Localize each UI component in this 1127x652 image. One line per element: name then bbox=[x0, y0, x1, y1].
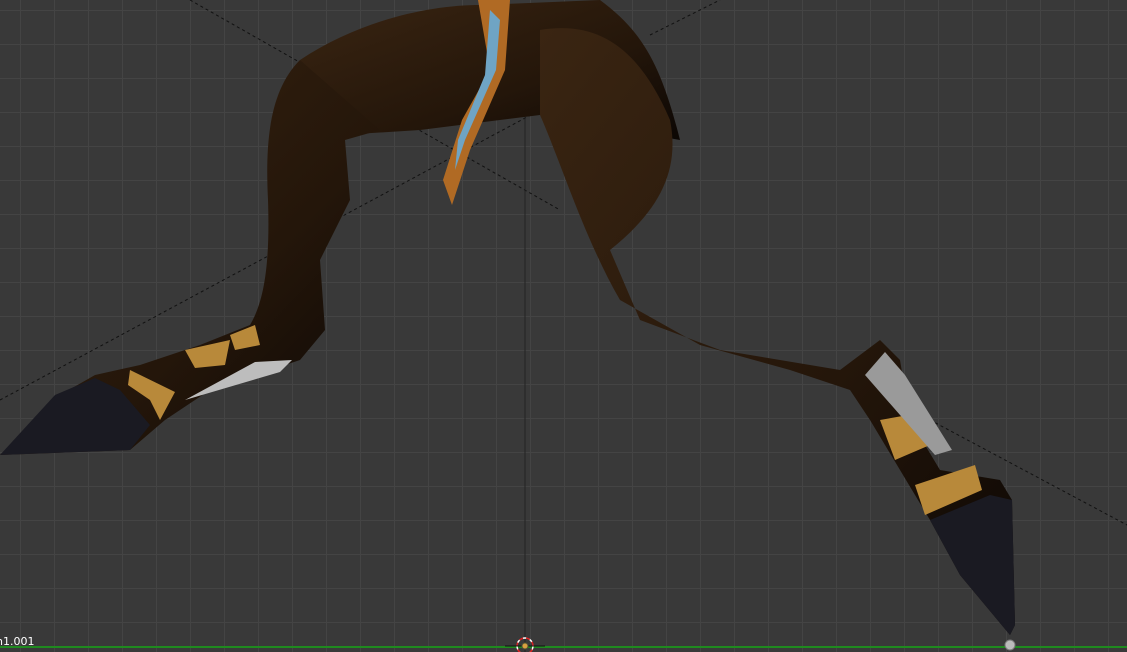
object-origin-icon bbox=[1004, 639, 1016, 651]
right-hoof-mesh bbox=[930, 495, 1015, 635]
object-name-label: n1.001 bbox=[0, 635, 35, 648]
3d-viewport[interactable]: n1.001 bbox=[0, 0, 1127, 652]
scene-canvas[interactable] bbox=[0, 0, 1127, 652]
